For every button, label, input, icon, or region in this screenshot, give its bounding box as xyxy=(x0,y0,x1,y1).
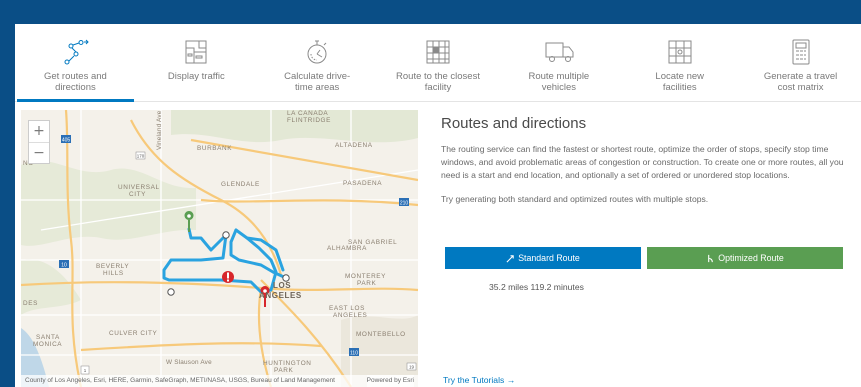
hwy-10-label: 10 xyxy=(61,263,67,269)
facility-map-icon xyxy=(426,40,450,64)
optimized-route-label: Optimized Route xyxy=(718,253,784,263)
try-instructions: Try generating both standard and optimiz… xyxy=(441,194,709,204)
route-stops-icon xyxy=(64,39,90,65)
tutorials-link[interactable]: Try the Tutorials → xyxy=(443,375,515,385)
tab-display-traffic[interactable]: Display traffic xyxy=(136,24,257,101)
map-label: PARK xyxy=(357,280,376,287)
tab-locate-facilities[interactable]: Locate new facilities xyxy=(619,24,740,101)
hwy-110-label: 110 xyxy=(350,351,358,357)
map-label: ALHAMBRA xyxy=(327,245,367,252)
tab-cost-matrix[interactable]: Generate a travel cost matrix xyxy=(740,24,861,101)
route-map[interactable]: 405 170 210 10 110 1 19 LA CANADA FLINTR… xyxy=(21,110,418,387)
optimized-route-button[interactable]: Optimized Route xyxy=(647,247,843,269)
tab-label: Display traffic xyxy=(167,71,225,82)
zoom-in-button[interactable]: + xyxy=(29,121,49,142)
tab-label: Route to the closest facility xyxy=(396,71,480,93)
route-stop[interactable] xyxy=(167,288,175,296)
map-label: EAST LOS xyxy=(329,305,365,312)
map-label: MONTEREY xyxy=(345,273,386,280)
tab-label: Locate new facilities xyxy=(655,71,705,93)
map-label: GLENDALE xyxy=(221,181,260,188)
tab-label: Get routes and directions xyxy=(43,71,107,93)
map-label: ANGELES xyxy=(333,312,367,319)
section-description: The routing service can find the fastest… xyxy=(441,144,844,180)
calculator-icon xyxy=(792,39,810,65)
zoom-control: + − xyxy=(28,120,50,164)
map-label: UNIVERSAL xyxy=(118,184,160,191)
tab-drive-time-areas[interactable]: Calculate drive- time areas xyxy=(257,24,378,101)
hwy-210-label: 210 xyxy=(400,201,409,207)
map-label: ALTADENA xyxy=(335,142,373,149)
content-pane: Routes and directions The routing servic… xyxy=(441,114,847,206)
map-label: LA CANADA xyxy=(287,110,328,117)
map-attribution: County of Los Angeles, Esri, HERE, Garmi… xyxy=(21,375,418,387)
map-label: HILLS xyxy=(103,270,124,277)
map-label: CULVER CITY xyxy=(109,330,158,337)
map-label: DES xyxy=(23,300,38,307)
map-label: BURBANK xyxy=(197,145,232,152)
tab-label: Generate a travel cost matrix xyxy=(763,71,838,93)
map-label: FLINTRIDGE xyxy=(287,117,331,124)
route-stop[interactable] xyxy=(222,231,230,239)
map-label: W Slauson Ave xyxy=(166,359,212,366)
map-label: CITY xyxy=(129,191,146,198)
map-label: MONICA xyxy=(33,341,62,348)
standard-route-label: Standard Route xyxy=(518,253,580,263)
tab-label: Calculate drive- time areas xyxy=(284,71,351,93)
hwy-170-label: 170 xyxy=(137,154,145,159)
map-label: MONTEBELLO xyxy=(356,331,406,338)
tab-closest-facility[interactable]: Route to the closest facility xyxy=(378,24,499,101)
standard-route-button[interactable]: Standard Route xyxy=(445,247,641,269)
tab-label: Route multiple vehicles xyxy=(528,71,590,93)
barrier-warning-icon[interactable] xyxy=(222,271,234,283)
stopwatch-icon xyxy=(307,40,327,64)
zoom-out-button[interactable]: − xyxy=(29,142,49,163)
routing-demo-card: Get routes and directions Display traffi… xyxy=(15,24,861,387)
feature-tabs: Get routes and directions Display traffi… xyxy=(15,24,861,102)
location-grid-icon xyxy=(668,40,692,64)
route-buttons: Standard Route Optimized Route xyxy=(445,247,843,269)
traffic-map-icon xyxy=(185,40,207,64)
section-title: Routes and directions xyxy=(441,115,587,132)
hwy-19-label: 19 xyxy=(409,365,415,370)
map-canvas[interactable]: 405 170 210 10 110 1 19 LA CANADA FLINTR… xyxy=(21,110,418,387)
route-stats: 35.2 miles 119.2 minutes xyxy=(489,282,584,292)
map-label: HUNTINGTON xyxy=(263,360,311,367)
map-label: PASADENA xyxy=(343,180,382,187)
tab-get-routes[interactable]: Get routes and directions xyxy=(15,24,136,102)
truck-icon xyxy=(545,42,574,62)
attribution-text: County of Los Angeles, Esri, HERE, Garmi… xyxy=(25,377,335,384)
optimize-route-icon xyxy=(708,254,714,262)
hwy-405-label: 405 xyxy=(62,138,71,144)
tab-multiple-vehicles[interactable]: Route multiple vehicles xyxy=(498,24,619,101)
route-arrow-icon xyxy=(506,254,514,262)
map-label: SANTA xyxy=(36,334,60,341)
map-label: Vineland Ave xyxy=(156,110,163,150)
map-label: PARK xyxy=(274,367,293,374)
map-label: BEVERLY xyxy=(96,263,129,270)
map-label: LOS xyxy=(273,281,291,290)
powered-by-esri-link[interactable]: Powered by Esri xyxy=(366,375,414,387)
map-label: ANGELES xyxy=(259,291,302,300)
